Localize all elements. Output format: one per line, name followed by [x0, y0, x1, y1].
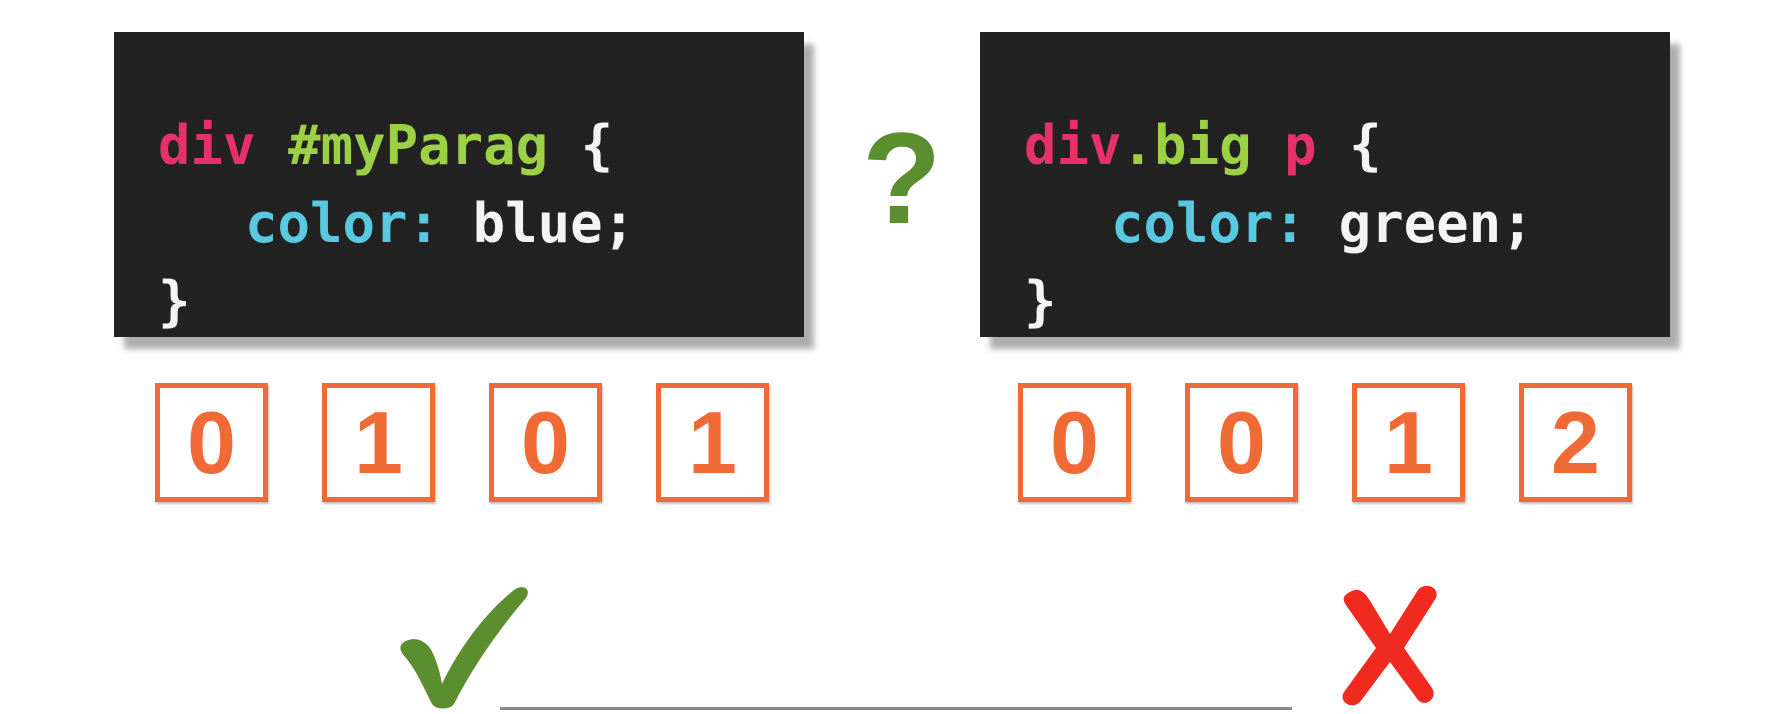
specificity-digit: 0 — [1018, 383, 1131, 502]
code-block-left: div #myParag {color: blue;} — [114, 32, 804, 337]
specificity-digit: 1 — [656, 383, 769, 502]
close-brace: } — [158, 270, 191, 333]
selector-id: #myParag — [288, 114, 549, 177]
open-brace: { — [580, 114, 614, 177]
code-line-close: } — [1024, 263, 1670, 341]
specificity-digit: 1 — [322, 383, 435, 502]
property-value: green; — [1338, 192, 1534, 255]
property-name: color: — [245, 192, 441, 255]
code-line-selector: div.big p { — [1024, 107, 1670, 185]
check-icon — [396, 580, 536, 710]
property-value: blue; — [472, 192, 636, 255]
selector-element: p — [1284, 114, 1317, 177]
code-line-declaration: color: blue; — [158, 185, 804, 263]
code-line-declaration: color: green; — [1024, 185, 1670, 263]
cross-icon — [1330, 582, 1448, 707]
specificity-digit: 0 — [1185, 383, 1298, 502]
code-line-close: } — [158, 263, 804, 341]
open-brace: { — [1349, 114, 1382, 177]
question-mark: ? — [862, 105, 942, 251]
property-name: color: — [1111, 192, 1307, 255]
specificity-digit: 1 — [1352, 383, 1465, 502]
specificity-digit: 0 — [155, 383, 268, 502]
selector-element: div — [158, 114, 256, 177]
specificity-digit: 0 — [489, 383, 602, 502]
specificity-digit: 2 — [1519, 383, 1632, 502]
code-line-selector: div #myParag { — [158, 107, 804, 185]
code-block-right: div.big p {color: green;} — [980, 32, 1670, 337]
close-brace: } — [1024, 270, 1057, 333]
selector-element-class: div.big — [1024, 114, 1252, 177]
